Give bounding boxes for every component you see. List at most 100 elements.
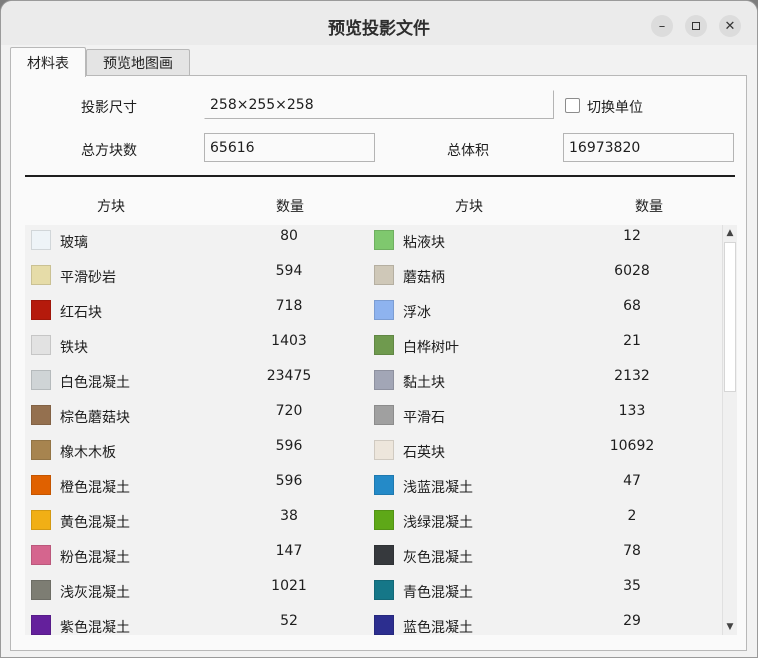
block-count: 29 [623, 613, 641, 629]
scroll-up-icon[interactable]: ▲ [723, 228, 737, 238]
block-name: 橡木木板 [60, 445, 116, 461]
block-name: 灰色混凝土 [403, 550, 473, 566]
tab-materials[interactable]: 材料表 [10, 47, 86, 77]
block-name: 浅灰混凝土 [60, 585, 130, 601]
materials-panel: 投影尺寸 258×255×258 切换单位 总方块数 65616 总体积 169… [10, 75, 747, 651]
block-swatch [374, 265, 394, 285]
table-row: 棕色蘑菇块 720 平滑石 133 [25, 397, 723, 432]
table-row: 玻璃 80 粘液块 12 [25, 225, 723, 257]
close-icon: ✕ [724, 18, 736, 34]
block-name: 铁块 [60, 340, 88, 356]
table-row: 橙色混凝土 596 浅蓝混凝土 47 [25, 467, 723, 502]
header-count-right: 数量 [635, 199, 663, 215]
block-name: 橙色混凝土 [60, 480, 130, 496]
block-name: 白桦树叶 [403, 340, 459, 356]
block-count: 147 [275, 543, 303, 559]
block-count: 52 [280, 613, 298, 629]
block-swatch [31, 335, 51, 355]
block-swatch [31, 300, 51, 320]
block-swatch [374, 335, 394, 355]
block-name: 平滑砂岩 [60, 270, 116, 286]
size-field[interactable]: 258×255×258 [204, 90, 554, 119]
block-swatch [374, 580, 394, 600]
block-count: 35 [623, 578, 641, 594]
block-name: 玻璃 [60, 235, 88, 251]
block-swatch [374, 230, 394, 250]
switch-unit-checkbox[interactable] [565, 98, 580, 113]
block-count: 2 [627, 508, 637, 524]
close-button[interactable]: ✕ [719, 15, 741, 37]
block-swatch [374, 510, 394, 530]
divider [25, 175, 735, 177]
tab-label: 预览地图画 [103, 56, 173, 72]
block-swatch [31, 230, 51, 250]
tab-map-art-preview[interactable]: 预览地图画 [86, 49, 190, 76]
minimize-icon: – [658, 18, 666, 34]
table-row: 平滑砂岩 594 蘑菇柄 6028 [25, 257, 723, 292]
block-name: 黄色混凝土 [60, 515, 130, 531]
size-label: 投影尺寸 [81, 100, 137, 116]
block-count: 594 [275, 263, 303, 279]
block-count: 2132 [614, 368, 650, 384]
block-count: 1021 [271, 578, 307, 594]
block-name: 浅蓝混凝土 [403, 480, 473, 496]
total-volume-field[interactable]: 16973820 [563, 133, 734, 162]
block-swatch [31, 405, 51, 425]
header-block-right: 方块 [455, 199, 483, 215]
block-swatch [31, 615, 51, 635]
table-row: 白色混凝土 23475 黏土块 2132 [25, 362, 723, 397]
block-swatch [374, 615, 394, 635]
switch-unit-label: 切换单位 [587, 100, 643, 116]
block-name: 蓝色混凝土 [403, 620, 473, 635]
block-count: 21 [623, 333, 641, 349]
maximize-icon [692, 22, 700, 30]
block-swatch [374, 440, 394, 460]
block-name: 粘液块 [403, 235, 445, 251]
block-name: 粉色混凝土 [60, 550, 130, 566]
minimize-button[interactable]: – [651, 15, 673, 37]
maximize-button[interactable] [685, 15, 707, 37]
header-block-left: 方块 [97, 199, 125, 215]
block-name: 浅绿混凝土 [403, 515, 473, 531]
block-name: 蘑菇柄 [403, 270, 445, 286]
block-swatch [31, 545, 51, 565]
scroll-down-icon[interactable]: ▼ [723, 622, 737, 632]
vertical-scrollbar[interactable]: ▲ ▼ [722, 225, 737, 635]
block-count: 47 [623, 473, 641, 489]
block-name: 平滑石 [403, 410, 445, 426]
block-count: 720 [275, 403, 303, 419]
block-count: 80 [280, 228, 298, 244]
table-row: 浅灰混凝土 1021 青色混凝土 35 [25, 572, 723, 607]
block-count: 6028 [614, 263, 650, 279]
block-count: 596 [275, 438, 303, 454]
block-count: 718 [275, 298, 303, 314]
block-swatch [374, 370, 394, 390]
table-row: 粉色混凝土 147 灰色混凝土 78 [25, 537, 723, 572]
table-row: 黄色混凝土 38 浅绿混凝土 2 [25, 502, 723, 537]
block-swatch [31, 580, 51, 600]
block-swatch [31, 370, 51, 390]
block-count: 10692 [609, 438, 655, 454]
block-name: 红石块 [60, 305, 102, 321]
table-row: 铁块 1403 白桦树叶 21 [25, 327, 723, 362]
block-count: 596 [275, 473, 303, 489]
total-blocks-label: 总方块数 [81, 143, 137, 159]
block-name: 青色混凝土 [403, 585, 473, 601]
block-swatch [31, 440, 51, 460]
block-count: 78 [623, 543, 641, 559]
block-count: 1403 [271, 333, 307, 349]
materials-list[interactable]: 玻璃 80 粘液块 12 平滑砂岩 594 蘑菇柄 6028 红石块 718 浮冰 68 铁块 1403 白… [25, 225, 737, 635]
block-count: 23475 [266, 368, 312, 384]
total-blocks-field[interactable]: 65616 [204, 133, 375, 162]
block-swatch [31, 265, 51, 285]
tab-bar: 材料表 预览地图画 [1, 45, 757, 77]
block-name: 白色混凝土 [60, 375, 130, 391]
block-swatch [374, 545, 394, 565]
total-volume-label: 总体积 [447, 143, 489, 159]
block-name: 石英块 [403, 445, 445, 461]
block-name: 浮冰 [403, 305, 431, 321]
scroll-thumb[interactable] [724, 242, 736, 392]
block-swatch [31, 510, 51, 530]
block-swatch [374, 475, 394, 495]
table-row: 橡木木板 596 石英块 10692 [25, 432, 723, 467]
